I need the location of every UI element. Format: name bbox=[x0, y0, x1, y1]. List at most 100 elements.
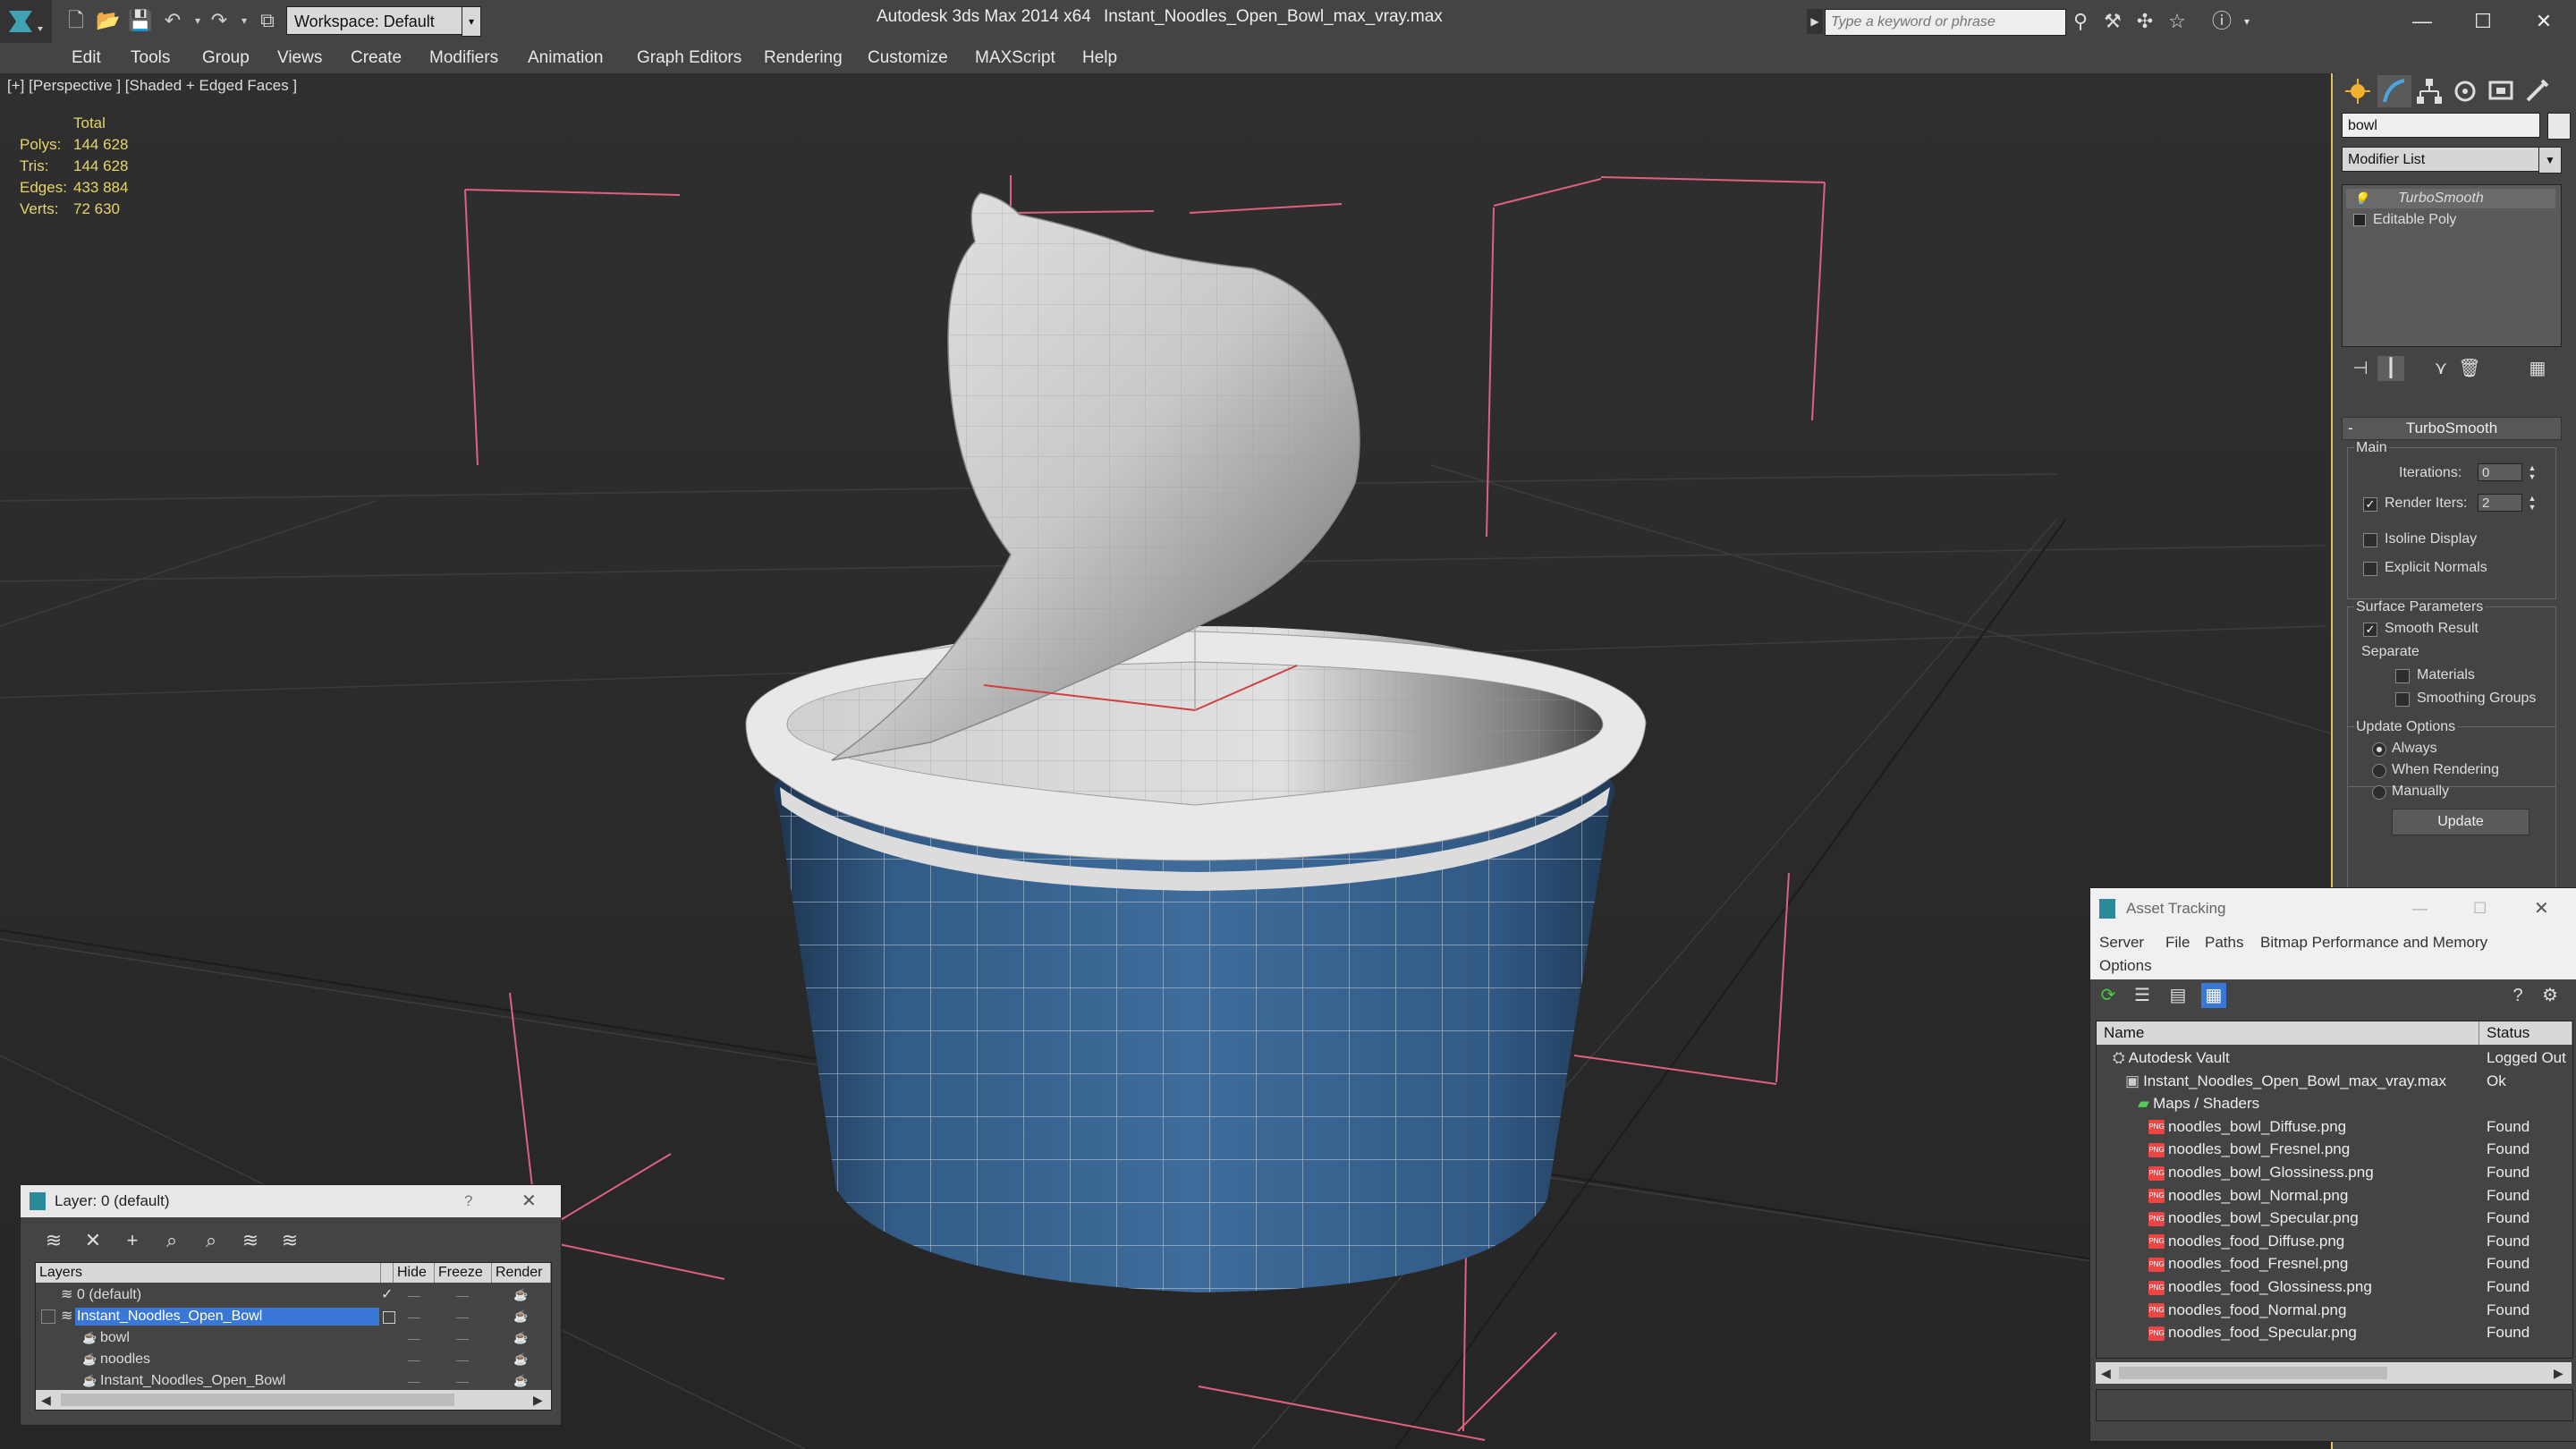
viewport-label[interactable]: [+] [Perspective ] [Shaded + Edged Faces… bbox=[7, 77, 297, 95]
pin-stack-icon[interactable]: ⊣ bbox=[2347, 356, 2374, 381]
new-file-icon[interactable]: 🗋 bbox=[63, 7, 89, 34]
layer-row[interactable]: ☕ noodles — — ☕ bbox=[36, 1349, 551, 1370]
scroll-left-icon[interactable]: ◀ bbox=[41, 1390, 51, 1410]
hide-toggle[interactable]: — bbox=[408, 1327, 420, 1349]
utilities-tab-icon[interactable] bbox=[2521, 75, 2555, 107]
scroll-thumb[interactable] bbox=[61, 1394, 454, 1406]
hide-toggle[interactable]: — bbox=[408, 1306, 420, 1327]
grid-view-icon[interactable]: ▦ bbox=[2201, 983, 2226, 1008]
select-layer-icon[interactable]: ⌕ bbox=[198, 1228, 225, 1253]
asset-row[interactable]: PNG noodles_bowl_Diffuse.png Found bbox=[2097, 1115, 2572, 1139]
hierarchy-tab-icon[interactable] bbox=[2413, 75, 2447, 107]
render-teapot-icon[interactable]: ☕ bbox=[513, 1370, 528, 1392]
search-box[interactable] bbox=[1825, 9, 2066, 36]
save-file-icon[interactable]: 💾 bbox=[127, 7, 154, 34]
table-view-icon[interactable]: ▤ bbox=[2165, 983, 2190, 1008]
display-tab-icon[interactable] bbox=[2485, 75, 2519, 107]
modify-tab-icon[interactable] bbox=[2377, 75, 2411, 107]
modifier-list-dropdown[interactable]: Modifier List bbox=[2342, 147, 2560, 172]
asset-row[interactable]: PNG noodles_food_Normal.png Found bbox=[2097, 1299, 2572, 1322]
redo-icon[interactable]: ↷ bbox=[206, 7, 233, 34]
search-expand-icon[interactable]: ▶ bbox=[1807, 9, 1823, 34]
asset-menu-options[interactable]: Options bbox=[2099, 954, 2152, 978]
isoline-display-checkbox[interactable] bbox=[2363, 533, 2377, 547]
hide-toggle[interactable]: — bbox=[408, 1349, 420, 1370]
help-icon[interactable]: ? bbox=[2505, 983, 2530, 1008]
asset-row[interactable]: PNG noodles_food_Fresnel.png Found bbox=[2097, 1252, 2572, 1275]
add-to-layer-icon[interactable]: + bbox=[119, 1228, 146, 1253]
freeze-toggle[interactable]: — bbox=[456, 1306, 469, 1327]
update-button[interactable]: Update bbox=[2392, 809, 2529, 835]
manually-radio[interactable] bbox=[2372, 785, 2386, 800]
stack-item-editable-poly[interactable]: Editable Poly bbox=[2346, 210, 2555, 230]
render-iters-spinner[interactable]: 2 bbox=[2478, 494, 2522, 512]
object-name-field[interactable]: bowl bbox=[2342, 113, 2540, 138]
search-input[interactable] bbox=[1826, 10, 2065, 35]
smoothing-groups-checkbox[interactable] bbox=[2395, 692, 2410, 707]
help-icon[interactable]: ⓘ bbox=[2209, 9, 2234, 34]
open-file-icon[interactable]: 📂 bbox=[95, 7, 122, 34]
layer-dialog-titlebar[interactable]: Layer: 0 (default) ? ✕ bbox=[21, 1185, 561, 1217]
col-render[interactable]: Render bbox=[492, 1263, 551, 1283]
menu-create[interactable]: Create bbox=[351, 43, 402, 73]
turbosmooth-rollout-header[interactable]: - TurboSmooth bbox=[2342, 417, 2562, 440]
menu-help[interactable]: Help bbox=[1082, 43, 1117, 73]
refresh-icon[interactable]: ⟳ bbox=[2096, 983, 2121, 1008]
binoculars-icon[interactable]: ⚲ bbox=[2068, 9, 2093, 34]
layer-row[interactable]: ≋ 0 (default) ✓ — — ☕ bbox=[36, 1284, 551, 1306]
scroll-right-icon[interactable]: ▶ bbox=[533, 1390, 543, 1410]
expand-toggle-icon[interactable] bbox=[2353, 214, 2366, 226]
always-radio[interactable] bbox=[2372, 742, 2386, 757]
col-freeze[interactable]: Freeze bbox=[435, 1263, 492, 1283]
asset-row[interactable]: PNG noodles_bowl_Normal.png Found bbox=[2097, 1184, 2572, 1208]
subscription-icon[interactable]: ⚒ bbox=[2100, 9, 2125, 34]
select-objects-icon[interactable]: ⌕ bbox=[158, 1228, 185, 1253]
close-icon[interactable]: ✕ bbox=[521, 1185, 537, 1217]
spinner-arrows-icon[interactable]: ▲ ▼ bbox=[2526, 494, 2538, 512]
layer-row[interactable]: ≋ Instant_Noodles_Open_Bowl — — ☕ bbox=[36, 1306, 551, 1327]
show-end-result-icon[interactable]: ┃ bbox=[2377, 356, 2404, 381]
asset-row[interactable]: ▣ Instant_Noodles_Open_Bowl_max_vray.max O… bbox=[2097, 1070, 2572, 1093]
workspace-dropdown-button[interactable]: ▾ bbox=[462, 6, 481, 37]
scroll-left-icon[interactable]: ◀ bbox=[2101, 1362, 2111, 1384]
menu-customize[interactable]: Customize bbox=[868, 43, 948, 73]
settings-icon[interactable]: ⚙ bbox=[2538, 983, 2563, 1008]
maximize-icon[interactable]: ☐ bbox=[2473, 888, 2487, 929]
expand-toggle-icon[interactable] bbox=[41, 1309, 55, 1324]
minimize-button[interactable]: — bbox=[2394, 4, 2451, 39]
smooth-result-checkbox[interactable]: ✓ bbox=[2363, 623, 2377, 637]
lightbulb-icon[interactable]: 💡 bbox=[2353, 189, 2368, 208]
hide-toggle[interactable]: — bbox=[408, 1370, 420, 1392]
asset-row[interactable]: ⛭ Autodesk Vault Logged Out bbox=[2097, 1046, 2572, 1070]
help-dropdown-icon[interactable]: ▾ bbox=[2234, 9, 2259, 34]
app-logo-icon[interactable] bbox=[0, 0, 52, 43]
menu-rendering[interactable]: Rendering bbox=[764, 43, 843, 73]
freeze-toggle[interactable]: — bbox=[456, 1327, 469, 1349]
scroll-thumb[interactable] bbox=[2119, 1367, 2387, 1379]
close-button[interactable]: ✕ bbox=[2515, 4, 2572, 39]
maximize-button[interactable]: ☐ bbox=[2454, 4, 2512, 39]
menu-tools[interactable]: Tools bbox=[131, 43, 170, 73]
col-hide[interactable]: Hide bbox=[394, 1263, 435, 1283]
freeze-toggle[interactable]: — bbox=[456, 1370, 469, 1392]
close-icon[interactable]: ✕ bbox=[2534, 888, 2549, 929]
freeze-toggle[interactable]: — bbox=[456, 1349, 469, 1370]
asset-dialog-titlebar[interactable]: Asset Tracking — ☐ ✕ bbox=[2090, 888, 2576, 929]
asset-menu-server[interactable]: Server bbox=[2099, 931, 2144, 954]
asset-menu-bitmap-performance[interactable]: Bitmap Performance and Memory bbox=[2260, 931, 2487, 954]
render-teapot-icon[interactable]: ☕ bbox=[513, 1284, 528, 1306]
menu-edit[interactable]: Edit bbox=[72, 43, 101, 73]
create-tab-icon[interactable] bbox=[2342, 75, 2376, 107]
menu-maxscript[interactable]: MAXScript bbox=[975, 43, 1055, 73]
list-view-icon[interactable]: ☰ bbox=[2130, 983, 2155, 1008]
menu-animation[interactable]: Animation bbox=[528, 43, 604, 73]
iterations-spinner[interactable]: 0 bbox=[2478, 463, 2522, 481]
render-teapot-icon[interactable]: ☕ bbox=[513, 1349, 528, 1370]
object-color-swatch[interactable] bbox=[2547, 113, 2571, 140]
scroll-right-icon[interactable]: ▶ bbox=[2554, 1362, 2563, 1384]
hide-freeze-all-icon[interactable]: ≋ bbox=[276, 1228, 303, 1253]
asset-row[interactable]: PNG noodles_bowl_Fresnel.png Found bbox=[2097, 1138, 2572, 1161]
minimize-icon[interactable]: — bbox=[2412, 888, 2428, 929]
spinner-arrows-icon[interactable]: ▲ ▼ bbox=[2526, 463, 2538, 481]
menu-group[interactable]: Group bbox=[202, 43, 250, 73]
